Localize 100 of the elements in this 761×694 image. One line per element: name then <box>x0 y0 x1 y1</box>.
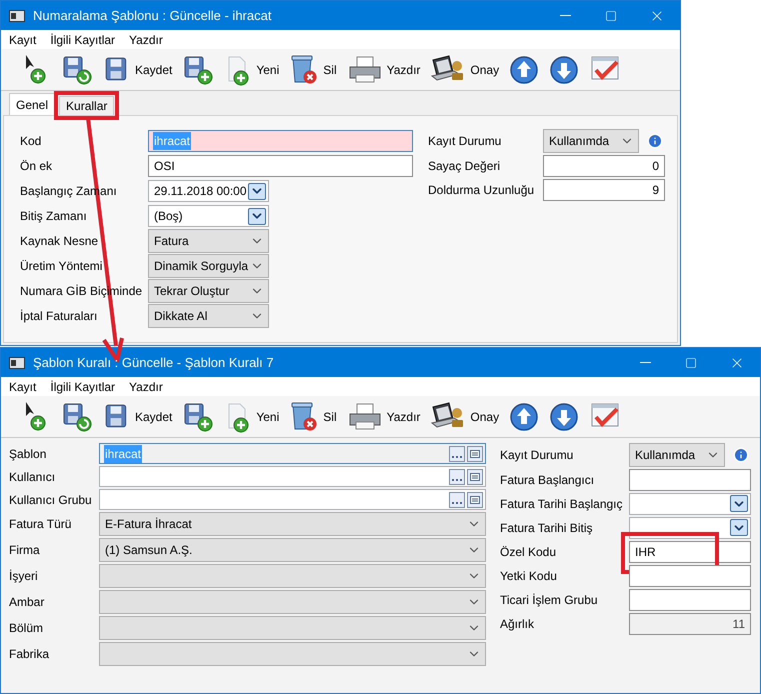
toolbar-button[interactable] <box>182 54 214 86</box>
field-label: Ambar <box>9 594 46 611</box>
menu-item[interactable]: Yazdır <box>129 30 163 48</box>
dropdown[interactable]: Tekrar Oluştur <box>148 279 269 303</box>
toolbar-button[interactable] <box>509 402 540 432</box>
text-field[interactable]: IHR <box>629 540 751 562</box>
window-title: Numaralama Şablonu : Güncelle - ihracat <box>33 6 272 25</box>
number-field[interactable]: 0 <box>543 154 665 176</box>
menu-item[interactable]: Yazdır <box>129 378 163 396</box>
arrow-down-icon <box>549 54 580 84</box>
dropdown-button[interactable] <box>248 182 266 200</box>
dropdown-button[interactable] <box>248 208 266 224</box>
toolbar-button[interactable]: Onay <box>430 54 500 86</box>
toolbar-button[interactable] <box>61 400 93 432</box>
field-label: Üretim Yöntemi <box>20 258 104 275</box>
date-field[interactable]: (Boş) <box>148 205 269 227</box>
toolbar-button[interactable] <box>509 54 540 84</box>
field-value: ihracat <box>153 132 192 150</box>
field-label: Ticari İşlem Grubu <box>500 592 599 608</box>
disk-refresh-icon <box>61 400 93 432</box>
field-label: Fatura Tarihi Başlangıç <box>500 496 624 512</box>
minimize-icon <box>560 15 570 16</box>
toolbar-button[interactable]: Yeni <box>224 54 280 86</box>
toolbar-button[interactable]: Onay <box>430 400 500 432</box>
info-icon <box>733 447 749 463</box>
field-label: Firma <box>9 542 41 559</box>
toolbar-button[interactable] <box>549 402 580 432</box>
disk-plus-icon <box>182 54 214 86</box>
printer-icon <box>346 54 383 86</box>
text-field[interactable] <box>629 588 751 610</box>
form-icon <box>470 496 480 504</box>
field-value: E-Fatura İhracat <box>104 516 193 533</box>
ellipsis-button[interactable] <box>449 468 465 484</box>
field-value: 11 <box>732 616 746 632</box>
field-value: 9 <box>651 182 660 198</box>
dropdown[interactable]: Fatura <box>148 229 269 253</box>
menu-item[interactable]: İlgili Kayıtlar <box>50 378 116 396</box>
lookup-field[interactable] <box>99 489 486 510</box>
number-field[interactable]: 9 <box>543 178 665 200</box>
dropdown-button[interactable] <box>730 519 748 536</box>
menu-item[interactable]: Kayıt <box>9 30 36 48</box>
field-value: IHR <box>634 544 657 560</box>
toolbar-button[interactable]: Sil <box>289 54 337 86</box>
text-field[interactable]: OSI <box>148 155 413 177</box>
window-title: Şablon Kuralı : Güncelle - Şablon Kuralı 7 <box>33 354 274 372</box>
printer-icon <box>346 400 383 432</box>
toolbar-button[interactable]: Kaydet <box>103 54 172 86</box>
lookup-field[interactable] <box>99 466 486 487</box>
date-field[interactable] <box>629 492 751 514</box>
menu-item[interactable]: İlgili Kayıtlar <box>50 30 116 48</box>
toolbar-button[interactable]: Kaydet <box>103 400 172 432</box>
info-icon <box>647 133 663 149</box>
dropdown[interactable]: Dikkate Al <box>148 304 269 328</box>
field-label: Şablon <box>9 446 48 462</box>
arrow-down-icon <box>549 402 580 432</box>
form-button[interactable] <box>467 468 483 484</box>
field-label: Özel Kodu <box>500 544 558 560</box>
dropdown[interactable]: Dinamik Sorguyla <box>148 254 269 278</box>
toolbar-button[interactable] <box>61 54 93 86</box>
field-value: OSI <box>153 158 176 175</box>
dropdown[interactable]: (1) Samsun A.Ş. <box>99 538 486 562</box>
highlight-box <box>54 91 120 120</box>
dropdown[interactable]: E-Fatura İhracat <box>99 512 486 536</box>
field-value: Dikkate Al <box>153 308 208 325</box>
toolbar-button[interactable] <box>549 54 580 84</box>
ellipsis-button[interactable] <box>449 492 465 508</box>
window-icon <box>9 356 25 368</box>
date-field[interactable]: 29.11.2018 00:00 <box>148 180 269 202</box>
field-value: 29.11.2018 00:00 <box>153 183 248 200</box>
toolbar-button[interactable]: Yazdır <box>346 400 420 432</box>
menu-item[interactable]: Kayıt <box>9 378 36 396</box>
field-label: Kod <box>20 133 42 150</box>
arrow-up-icon <box>509 54 540 84</box>
field-value: (1) Samsun A.Ş. <box>104 542 194 559</box>
field-label: Kullanıcı Grubu <box>9 492 93 508</box>
field-label: Sayaç Değeri <box>428 158 502 174</box>
field-label: Ön ek <box>20 158 54 175</box>
field-label: Fatura Türü <box>9 516 72 533</box>
toolbar-button[interactable]: Yeni <box>224 400 280 432</box>
field-value: 0 <box>651 158 660 174</box>
form-button[interactable] <box>467 492 483 508</box>
toolbar-button[interactable]: Sil <box>289 400 337 432</box>
toolbar-button[interactable]: Yazdır <box>346 54 420 86</box>
disk-plus-icon <box>182 400 214 432</box>
trash-delete-icon <box>289 400 320 432</box>
dropdown[interactable]: Kullanımda <box>543 129 639 153</box>
field-label: İşyeri <box>9 568 39 585</box>
dropdown-button[interactable] <box>730 495 748 512</box>
text-field[interactable] <box>629 564 751 586</box>
field-label: Kullanıcı <box>9 468 56 486</box>
dropdown[interactable]: Kullanımda <box>629 443 725 467</box>
toolbar-button[interactable] <box>182 400 214 432</box>
tab[interactable]: Kurallar <box>59 96 114 115</box>
field-label: Fatura Tarihi Bitiş <box>500 520 594 536</box>
field-value: Fatura <box>153 233 190 250</box>
text-field[interactable] <box>629 468 751 490</box>
field-label: Kaynak Nesne <box>20 233 100 250</box>
maximize-icon <box>685 356 697 368</box>
tab[interactable]: Genel <box>9 93 56 115</box>
field-label: Yetki Kodu <box>500 568 558 584</box>
